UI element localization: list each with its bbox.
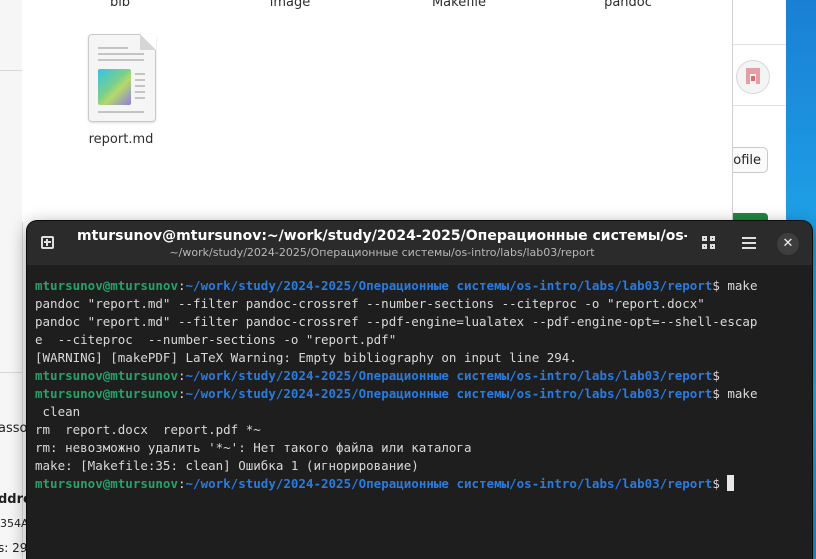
- folder-label-image[interactable]: image: [240, 0, 340, 10]
- terminal-cursor: [727, 475, 735, 491]
- terminal-prompt-line: mtursunov@mtursunov:~/work/study/2024-20…: [35, 385, 805, 403]
- terminal-output-line: make: [Makefile:35: clean] Ошибка 1 (игн…: [35, 458, 419, 473]
- tabs-overview-icon[interactable]: [696, 230, 722, 256]
- prompt-dollar: $: [712, 278, 720, 293]
- folder-label-pandoc[interactable]: pandoc: [578, 0, 678, 10]
- terminal-header[interactable]: mtursunov@mtursunov:~/work/study/2024-20…: [27, 221, 812, 265]
- prompt-separator: :: [178, 368, 186, 383]
- terminal-title: mtursunov@mtursunov:~/work/study/2024-20…: [77, 228, 687, 244]
- terminal-output-line: pandoc "report.md" --filter pandoc-cross…: [35, 314, 758, 329]
- prompt-dollar: $: [712, 368, 720, 383]
- terminal-output-line: e --citeproc --number-sections -o "repor…: [35, 332, 397, 347]
- background-window-left-edge: [0, 0, 23, 559]
- prompt-dollar: $: [712, 476, 720, 491]
- folder-label-bib[interactable]: bib: [70, 0, 170, 10]
- terminal-output-line: rm report.docx report.pdf *~: [35, 422, 261, 437]
- terminal-output[interactable]: mtursunov@mtursunov:~/work/study/2024-20…: [35, 277, 805, 493]
- partial-text: asso: [0, 421, 28, 436]
- command-text: [720, 476, 728, 491]
- prompt-user: mtursunov@mtursunov: [35, 476, 178, 491]
- prompt-user: mtursunov@mtursunov: [35, 368, 178, 383]
- terminal-subtitle: ~/work/study/2024-2025/Операционные сист…: [169, 246, 595, 259]
- terminal-output-line: [WARNING] [makePDF] LaTeX Warning: Empty…: [35, 350, 577, 365]
- prompt-user: mtursunov@mtursunov: [35, 386, 178, 401]
- avatar[interactable]: [736, 60, 770, 94]
- file-label-makefile[interactable]: Makefile: [409, 0, 509, 10]
- file-manager-view: bib image Makefile pandoc report.md: [22, 0, 733, 222]
- markdown-document-icon: [88, 34, 156, 122]
- prompt-separator: :: [178, 278, 186, 293]
- file-name: report.md: [88, 132, 154, 147]
- new-tab-icon[interactable]: [35, 230, 61, 256]
- terminal-output-line: rm: невозможно удалить '*~': Нет такого …: [35, 440, 472, 455]
- prompt-path: ~/work/study/2024-2025/Операционные сист…: [185, 278, 713, 293]
- terminal-prompt-line: mtursunov@mtursunov:~/work/study/2024-20…: [35, 475, 805, 493]
- terminal-output-line: clean: [35, 404, 81, 419]
- terminal-output-line: pandoc "report.md" --filter pandoc-cross…: [35, 296, 705, 311]
- terminal-prompt-line: mtursunov@mtursunov:~/work/study/2024-20…: [35, 367, 805, 385]
- prompt-path: ~/work/study/2024-2025/Операционные сист…: [185, 476, 713, 491]
- partial-text: s: 29: [0, 541, 28, 555]
- command-text: make: [719, 278, 758, 293]
- command-text: make: [719, 386, 758, 401]
- prompt-separator: :: [178, 386, 186, 401]
- terminal-prompt-line: mtursunov@mtursunov:~/work/study/2024-20…: [35, 277, 805, 295]
- prompt-path: ~/work/study/2024-2025/Операционные сист…: [185, 368, 713, 383]
- prompt-user: mtursunov@mtursunov: [35, 278, 178, 293]
- prompt-dollar: $: [712, 386, 720, 401]
- prompt-separator: :: [178, 476, 186, 491]
- close-icon[interactable]: ✕: [777, 233, 799, 255]
- partial-text: 354A: [0, 517, 29, 530]
- terminal-window[interactable]: mtursunov@mtursunov:~/work/study/2024-20…: [27, 221, 812, 559]
- prompt-path: ~/work/study/2024-2025/Операционные сист…: [185, 386, 713, 401]
- hamburger-menu-icon[interactable]: [736, 230, 762, 256]
